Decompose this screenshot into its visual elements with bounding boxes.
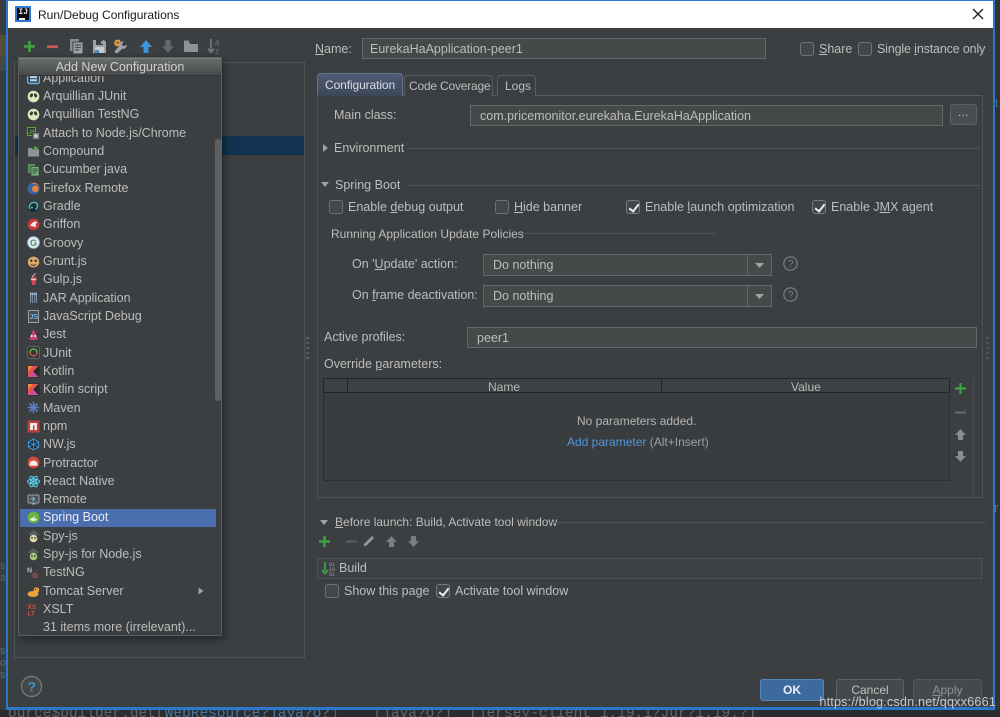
svg-text:?: ? xyxy=(28,679,37,695)
svg-text:G: G xyxy=(30,238,37,248)
svg-text:JS: JS xyxy=(30,314,39,321)
svg-text:?: ? xyxy=(788,259,794,270)
svg-text:a: a xyxy=(215,38,220,47)
svg-text:01: 01 xyxy=(329,572,335,576)
svg-text:z: z xyxy=(215,47,219,55)
svg-text:?: ? xyxy=(788,290,794,301)
svg-text:LT: LT xyxy=(28,610,35,616)
svg-text:G: G xyxy=(33,573,39,579)
svg-text:N: N xyxy=(27,568,32,575)
